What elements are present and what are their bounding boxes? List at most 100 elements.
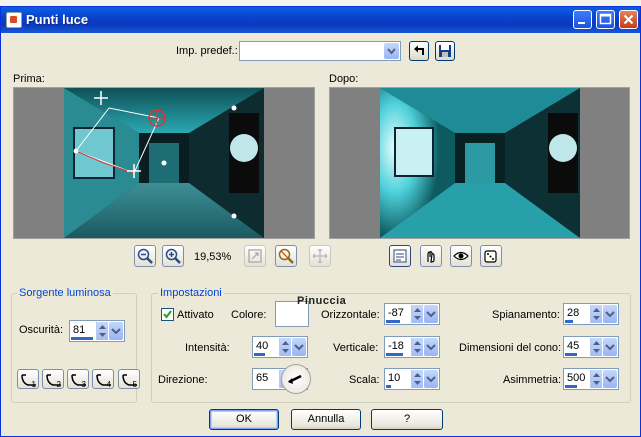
after-preview-image bbox=[330, 88, 629, 238]
light-shape-button[interactable]: 4 bbox=[92, 369, 114, 389]
chevron-down-icon[interactable] bbox=[603, 305, 617, 323]
direction-arrow-icon bbox=[288, 374, 302, 384]
chevron-down-icon[interactable] bbox=[424, 370, 438, 388]
scale-spinner[interactable]: 10 bbox=[384, 368, 440, 390]
zoom-out-icon bbox=[137, 248, 153, 264]
light-shape-button[interactable]: 3 bbox=[67, 369, 89, 389]
intensity-spinner[interactable]: 40 bbox=[252, 336, 308, 358]
chevron-down-icon[interactable] bbox=[603, 370, 617, 388]
chevron-down-icon[interactable] bbox=[292, 338, 306, 356]
actual-size-button[interactable] bbox=[275, 245, 297, 267]
help-button[interactable]: ? bbox=[371, 409, 443, 430]
minimize-icon bbox=[578, 22, 585, 24]
light-shape-button[interactable]: 2 bbox=[42, 369, 64, 389]
asymmetry-level-bar bbox=[565, 385, 577, 388]
vertical-level-bar bbox=[386, 353, 403, 356]
light-shape-icon bbox=[122, 374, 137, 386]
preset-label: Imp. predef.: bbox=[176, 45, 238, 57]
enabled-checkbox[interactable] bbox=[161, 308, 174, 321]
dialog-window: Punti luce Imp. predef.: Prima: Dopo: 19… bbox=[0, 6, 641, 437]
chevron-down-icon bbox=[384, 43, 399, 59]
up-down-arrows-icon[interactable] bbox=[590, 338, 602, 356]
flatten-label: Spianamento: bbox=[492, 309, 560, 321]
check-icon bbox=[163, 310, 172, 319]
close-icon bbox=[623, 14, 634, 25]
before-preview[interactable] bbox=[13, 87, 315, 239]
light-shape-number: 3 bbox=[81, 380, 86, 389]
light-shape-icon bbox=[46, 374, 61, 386]
up-down-arrows-icon[interactable] bbox=[411, 370, 423, 388]
enabled-label: Attivato bbox=[177, 309, 214, 321]
after-label: Dopo: bbox=[329, 73, 359, 85]
close-button[interactable] bbox=[619, 10, 638, 29]
chevron-down-icon[interactable] bbox=[424, 338, 438, 356]
direction-value: 65 bbox=[256, 372, 269, 384]
up-down-arrows-icon[interactable] bbox=[411, 305, 423, 323]
pan-button[interactable] bbox=[309, 245, 331, 267]
preset-dropdown[interactable] bbox=[239, 41, 401, 61]
intensity-label: Intensità: bbox=[185, 342, 230, 354]
up-down-arrows-icon[interactable] bbox=[411, 338, 423, 356]
light-shape-button[interactable]: 1 bbox=[17, 369, 39, 389]
cone-size-label: Dimensioni del cono: bbox=[459, 342, 562, 354]
cone-size-spinner[interactable]: 45 bbox=[563, 336, 619, 358]
asymmetry-spinner[interactable]: 500 bbox=[563, 368, 619, 390]
preview-list-icon bbox=[393, 249, 407, 263]
undo-arrow-icon bbox=[414, 45, 424, 55]
scale-level-bar bbox=[386, 385, 391, 388]
horizontal-level-bar bbox=[386, 320, 400, 323]
flatten-level-bar bbox=[565, 320, 573, 323]
scale-label: Scala: bbox=[349, 374, 380, 386]
vertical-label: Verticale: bbox=[333, 342, 379, 354]
horizontal-value: -87 bbox=[388, 307, 404, 319]
save-preset-button[interactable] bbox=[435, 41, 455, 61]
up-down-arrows-icon[interactable] bbox=[590, 370, 602, 388]
chevron-down-icon[interactable] bbox=[109, 322, 123, 340]
dice-icon bbox=[484, 250, 497, 263]
zoom-level: 19,53% bbox=[194, 251, 232, 263]
light-shape-icon bbox=[21, 374, 36, 386]
intensity-value: 40 bbox=[256, 340, 269, 352]
zoom-in-icon bbox=[165, 248, 181, 264]
minimize-button[interactable] bbox=[573, 10, 592, 29]
darkness-label: Oscurità: bbox=[19, 324, 64, 336]
randomize-button[interactable] bbox=[480, 245, 502, 267]
intensity-level-bar bbox=[254, 353, 265, 356]
flatten-spinner[interactable]: 28 bbox=[563, 303, 619, 325]
reset-preset-button[interactable] bbox=[409, 41, 429, 61]
light-shape-number: 5 bbox=[132, 380, 137, 389]
auto-proof-button[interactable] bbox=[450, 245, 472, 267]
light-shape-number: 1 bbox=[31, 380, 36, 389]
asymmetry-label: Asimmetria: bbox=[503, 374, 562, 386]
darkness-spinner[interactable]: 81 bbox=[69, 320, 125, 342]
chevron-down-icon[interactable] bbox=[603, 338, 617, 356]
zoom-out-button[interactable] bbox=[134, 245, 156, 267]
light-shape-button[interactable]: 5 bbox=[118, 369, 140, 389]
maximize-button[interactable] bbox=[596, 10, 615, 29]
direction-dial[interactable] bbox=[281, 364, 311, 394]
up-down-arrows-icon[interactable] bbox=[279, 338, 291, 356]
hand-pointer-icon bbox=[427, 251, 435, 263]
ok-button[interactable]: OK bbox=[209, 409, 279, 430]
vertical-spinner[interactable]: -18 bbox=[384, 336, 440, 358]
after-preview bbox=[329, 87, 630, 239]
actual-size-icon bbox=[278, 248, 294, 264]
chevron-down-icon[interactable] bbox=[424, 305, 438, 323]
up-down-arrows-icon[interactable] bbox=[590, 305, 602, 323]
cancel-button[interactable]: Annulla bbox=[291, 409, 361, 430]
darkness-value: 81 bbox=[73, 324, 86, 336]
vertical-value: -18 bbox=[388, 340, 404, 352]
color-label: Colore: bbox=[231, 309, 267, 321]
asymmetry-value: 500 bbox=[567, 372, 586, 384]
zoom-in-button[interactable] bbox=[162, 245, 184, 267]
zoom-to-fit-button[interactable] bbox=[244, 245, 266, 267]
proof-button[interactable] bbox=[420, 245, 442, 267]
before-label: Prima: bbox=[13, 73, 45, 85]
horizontal-spinner[interactable]: -87 bbox=[384, 303, 440, 325]
light-source-title: Sorgente luminosa bbox=[17, 287, 113, 299]
horizontal-label: Orizzontale: bbox=[321, 309, 380, 321]
up-down-arrows-icon[interactable] bbox=[96, 322, 108, 340]
watermark: Pinuccia bbox=[297, 295, 347, 307]
before-preview-image bbox=[14, 88, 314, 238]
toggle-preview-button[interactable] bbox=[389, 245, 411, 267]
